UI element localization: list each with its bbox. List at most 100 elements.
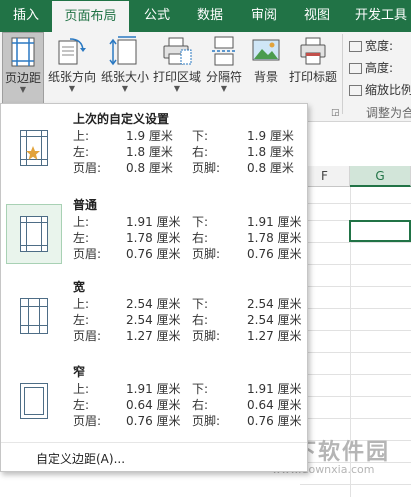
tab-view[interactable]: 视图 xyxy=(293,0,341,32)
scale-label: 缩放比例 xyxy=(365,83,411,97)
tab-formulas[interactable]: 公式 xyxy=(133,0,181,32)
label-right: 右: xyxy=(192,313,209,327)
value-footer: 0.76 厘米 xyxy=(247,414,302,428)
option-name: 窄 xyxy=(73,365,86,379)
value-right: 2.54 厘米 xyxy=(247,313,302,327)
grid-line xyxy=(300,308,411,309)
page-preview-icon xyxy=(20,216,48,252)
label-footer: 页脚: xyxy=(192,247,221,261)
label-header: 页眉: xyxy=(73,161,102,175)
menu-separator xyxy=(1,442,307,443)
tab-insert[interactable]: 插入 xyxy=(0,0,52,32)
column-header-g[interactable]: G xyxy=(350,166,411,187)
value-header: 0.8 厘米 xyxy=(126,161,173,175)
chevron-down-icon: ▼ xyxy=(68,84,76,93)
chevron-down-icon: ▼ xyxy=(220,84,228,93)
width-icon xyxy=(349,41,362,52)
value-right: 1.78 厘米 xyxy=(247,231,302,245)
label-top: 上: xyxy=(73,382,90,396)
grid-line xyxy=(300,264,411,265)
label-header: 页眉: xyxy=(73,329,102,343)
print-titles-label: 打印标题 xyxy=(288,70,337,84)
value-header: 0.76 厘米 xyxy=(126,414,181,428)
value-top: 2.54 厘米 xyxy=(126,297,181,311)
tab-page-layout[interactable]: 页面布局 xyxy=(52,0,129,34)
scale-icon xyxy=(349,85,362,96)
value-left: 0.64 厘米 xyxy=(126,398,181,412)
value-right: 1.8 厘米 xyxy=(247,145,294,159)
paper-size-label: 纸张大小 xyxy=(100,70,149,84)
scale-control[interactable]: 缩放比例 xyxy=(349,81,411,98)
grid-line xyxy=(300,352,411,353)
background-icon xyxy=(252,36,280,69)
grid-line xyxy=(300,203,411,204)
label-right: 右: xyxy=(192,231,209,245)
tab-data[interactable]: 数据 xyxy=(186,0,234,32)
dialog-launcher-icon[interactable]: ◲ xyxy=(331,108,340,118)
value-left: 1.8 厘米 xyxy=(126,145,173,159)
value-right: 0.64 厘米 xyxy=(247,398,302,412)
value-footer: 0.76 厘米 xyxy=(247,247,302,261)
margins-dropdown-menu: 上次的自定义设置 上: 1.9 厘米 下: 1.9 厘米 左: 1.8 厘米 右… xyxy=(0,103,308,472)
margins-label: 页边距 xyxy=(4,71,41,85)
custom-margins-item[interactable]: 自定义边距(A)... xyxy=(36,450,125,467)
option-name: 宽 xyxy=(73,280,86,294)
margin-option-narrow[interactable]: 窄 上: 1.91 厘米 下: 1.91 厘米 左: 0.64 厘米 右: 0.… xyxy=(1,359,307,445)
margin-preview xyxy=(6,118,62,178)
grid-line xyxy=(300,330,411,331)
paper-size-icon xyxy=(109,36,141,69)
width-label: 宽度: xyxy=(365,39,394,53)
label-bottom: 下: xyxy=(192,297,209,311)
selected-cell[interactable] xyxy=(349,220,411,242)
scale-to-fit-group-label: 调整为合 xyxy=(366,106,411,120)
margin-preview xyxy=(6,204,62,264)
margin-preview xyxy=(6,371,62,431)
height-icon xyxy=(349,63,362,74)
margin-option-normal[interactable]: 普通 上: 1.91 厘米 下: 1.91 厘米 左: 1.78 厘米 右: 1… xyxy=(1,192,307,278)
tab-review[interactable]: 审阅 xyxy=(240,0,288,32)
grid-line xyxy=(300,484,411,485)
grid-line xyxy=(300,418,411,419)
tab-developer[interactable]: 开发工具 xyxy=(348,0,411,32)
grid-line xyxy=(300,242,411,243)
page-preview-icon xyxy=(20,383,48,419)
grid-line xyxy=(300,396,411,397)
value-bottom: 2.54 厘米 xyxy=(247,297,302,311)
label-right: 右: xyxy=(192,145,209,159)
value-top: 1.9 厘米 xyxy=(126,129,173,143)
grid-line xyxy=(300,374,411,375)
margin-preview xyxy=(6,286,62,346)
label-header: 页眉: xyxy=(73,247,102,261)
value-bottom: 1.91 厘米 xyxy=(247,215,302,229)
margin-option-last-custom[interactable]: 上次的自定义设置 上: 1.9 厘米 下: 1.9 厘米 左: 1.8 厘米 右… xyxy=(1,106,307,192)
option-name: 上次的自定义设置 xyxy=(73,112,170,126)
label-footer: 页脚: xyxy=(192,161,221,175)
label-right: 右: xyxy=(192,398,209,412)
breaks-icon xyxy=(211,36,237,69)
height-control[interactable]: 高度: xyxy=(349,59,393,76)
label-footer: 页脚: xyxy=(192,329,221,343)
grid-line xyxy=(300,286,411,287)
value-top: 1.91 厘米 xyxy=(126,382,181,396)
option-name: 普通 xyxy=(73,198,98,212)
label-top: 上: xyxy=(73,297,90,311)
margin-option-wide[interactable]: 宽 上: 2.54 厘米 下: 2.54 厘米 左: 2.54 厘米 右: 2.… xyxy=(1,274,307,360)
label-left: 左: xyxy=(73,145,90,159)
value-left: 1.78 厘米 xyxy=(126,231,181,245)
value-footer: 0.8 厘米 xyxy=(247,161,294,175)
print-area-icon xyxy=(161,36,193,69)
value-bottom: 1.9 厘米 xyxy=(247,129,294,143)
width-control[interactable]: 宽度: xyxy=(349,37,393,54)
star-icon xyxy=(26,146,40,160)
group-separator xyxy=(342,34,343,114)
breaks-label: 分隔符 xyxy=(205,70,242,84)
orientation-label: 纸张方向 xyxy=(47,70,96,84)
chevron-down-icon: ▼ xyxy=(121,84,129,93)
label-left: 左: xyxy=(73,231,90,245)
chevron-down-icon: ▼ xyxy=(19,85,27,94)
ribbon-tab-bar: 插入 页面布局 公式 数据 审阅 视图 开发工具 xyxy=(0,0,411,34)
label-bottom: 下: xyxy=(192,215,209,229)
print-area-label: 打印区域 xyxy=(152,70,201,84)
label-top: 上: xyxy=(73,129,90,143)
value-bottom: 1.91 厘米 xyxy=(247,382,302,396)
